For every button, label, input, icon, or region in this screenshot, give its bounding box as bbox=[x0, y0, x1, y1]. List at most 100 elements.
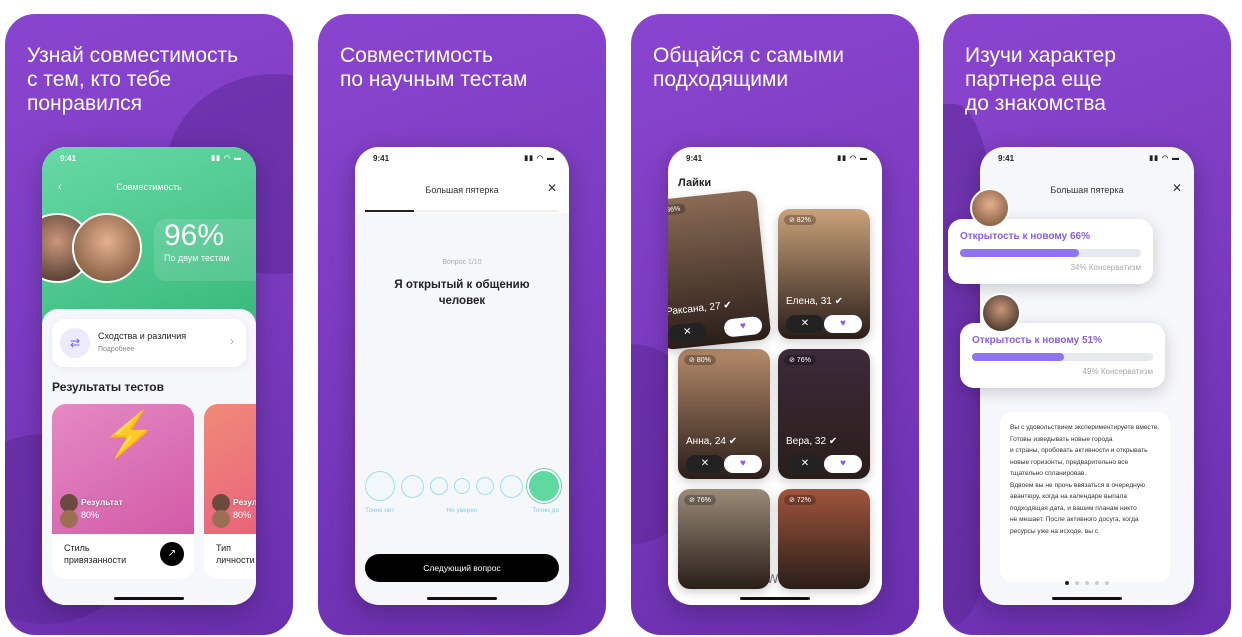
screenshot-panel-compatibility: Узнай совместимость с тем, кто тебе понр… bbox=[5, 14, 293, 635]
status-time: 9:41 bbox=[686, 154, 703, 163]
like-button[interactable]: ♥ bbox=[824, 455, 862, 473]
headline: Изучи характер партнера еще до знакомств… bbox=[965, 44, 1116, 115]
signal-icon: ▮▮ ◠ ▬ bbox=[524, 155, 555, 162]
avatar-woman bbox=[72, 213, 142, 283]
screen-title: Большая пятерка bbox=[1050, 185, 1124, 195]
like-card[interactable]: ⊘ 82% Елена, 31 ✔ ✕ ♥ bbox=[778, 209, 870, 339]
trait-bar bbox=[972, 353, 1153, 361]
answer-option[interactable] bbox=[529, 471, 559, 501]
trait-opposite: 49% Консерватизм bbox=[1082, 367, 1153, 376]
page-dot[interactable] bbox=[1065, 581, 1069, 585]
screen-title: Большая пятерка bbox=[425, 185, 499, 195]
trait-label: Открытость к новому 66% bbox=[960, 231, 1090, 242]
test-card[interactable]: ⚡ Результат 80% Стиль привязанности ↗ bbox=[52, 404, 194, 579]
screenshot-panel-traits: Изучи характер партнера еще до знакомств… bbox=[943, 14, 1231, 635]
close-icon[interactable]: ✕ bbox=[547, 181, 557, 195]
headline: Совместимость по научным тестам bbox=[340, 44, 528, 91]
headline: Узнай совместимость с тем, кто тебе понр… bbox=[27, 44, 239, 115]
like-button[interactable]: ♥ bbox=[723, 315, 763, 338]
avatar-man bbox=[981, 293, 1021, 333]
result-value: 80% bbox=[233, 510, 252, 520]
phone-compatibility: 9:41 ▮▮ ◠ ▬ ‹ Совместимость 96% По двум т… bbox=[42, 147, 256, 605]
question-counter: Вопрос 1/10 bbox=[442, 259, 482, 266]
answer-option[interactable] bbox=[476, 477, 494, 495]
home-indicator bbox=[427, 597, 497, 600]
answer-option[interactable] bbox=[500, 474, 523, 498]
test-card[interactable]: Резуль 80% Тип личности bbox=[204, 404, 256, 579]
like-card[interactable]: ⊘ 76% Вера, 32 ✔ ✕ ♥ bbox=[778, 349, 870, 479]
match-badge: ⊘ 72% bbox=[784, 495, 816, 505]
dislike-button[interactable]: ✕ bbox=[786, 315, 824, 333]
dislike-button[interactable]: ✕ bbox=[786, 455, 824, 473]
signal-icon: ▮▮ ◠ ▬ bbox=[1149, 155, 1180, 162]
like-card[interactable]: ⊘ 86% Раксана, 27 ✔ ✕ ♥ bbox=[668, 189, 772, 351]
answer-option[interactable] bbox=[430, 477, 448, 495]
page-dots bbox=[980, 581, 1194, 585]
like-card[interactable]: ⊘ 80% Анна, 24 ✔ ✕ ♥ bbox=[678, 349, 770, 479]
like-card[interactable]: ⊘ 72% bbox=[778, 489, 870, 589]
signal-icon: ▮▮ ◠ ▬ bbox=[211, 155, 242, 162]
avatar bbox=[212, 510, 230, 528]
dislike-button[interactable]: ✕ bbox=[686, 455, 724, 473]
arrow-up-right-icon[interactable]: ↗ bbox=[160, 542, 184, 566]
page-dot[interactable] bbox=[1105, 581, 1109, 585]
status-time: 9:41 bbox=[998, 154, 1015, 163]
phone-quiz: 9:41 ▮▮ ◠ ▬ Большая пятерка ✕ Вопрос 1/10… bbox=[355, 147, 569, 605]
close-icon[interactable]: ✕ bbox=[1172, 181, 1182, 195]
dislike-button[interactable]: ✕ bbox=[668, 321, 708, 344]
compat-score-card[interactable]: 96% По двум тестам bbox=[154, 219, 256, 281]
status-time: 9:41 bbox=[60, 154, 77, 163]
trait-label: Открытость к новому 51% bbox=[972, 335, 1102, 346]
next-question-button[interactable]: Следующий вопрос bbox=[365, 554, 559, 582]
screen-title: Лайки bbox=[678, 177, 712, 189]
match-badge: ⊘ 82% bbox=[784, 215, 816, 225]
home-indicator bbox=[114, 597, 184, 600]
match-badge: ⊘ 80% bbox=[684, 355, 716, 365]
status-time: 9:41 bbox=[373, 154, 390, 163]
like-button[interactable]: ♥ bbox=[724, 455, 762, 473]
trait-opposite: 34% Консерватизм bbox=[1070, 263, 1141, 272]
compat-subtitle: По двум тестам bbox=[164, 253, 230, 263]
screenshot-stage: Узнай совместимость с тем, кто тебе понр… bbox=[0, 0, 1242, 637]
trait-card: Открытость к новому 66% 34% Консерватизм bbox=[948, 219, 1153, 284]
compat-percent: 96% bbox=[164, 219, 225, 252]
like-card[interactable]: ⊘ 76% bbox=[678, 489, 770, 589]
similar-subtitle: Подробнее bbox=[98, 346, 135, 353]
match-badge: ⊘ 76% bbox=[684, 495, 716, 505]
description-text: Вы с удовольствием экспериментируете вме… bbox=[1000, 412, 1170, 582]
avatar-woman bbox=[970, 188, 1010, 228]
screenshot-panel-quiz: Совместимость по научным тестам 9:41 ▮▮ ◠… bbox=[318, 14, 606, 635]
page-dot[interactable] bbox=[1075, 581, 1079, 585]
screen-title: Совместимость bbox=[116, 182, 182, 192]
trait-bar bbox=[960, 249, 1141, 257]
signal-icon: ▮▮ ◠ ▬ bbox=[837, 155, 868, 162]
profile-name: Анна, 24 ✔ bbox=[686, 436, 738, 447]
home-indicator bbox=[1052, 597, 1122, 600]
profile-name: Раксана, 27 ✔ bbox=[668, 299, 733, 318]
answer-option[interactable] bbox=[365, 471, 395, 501]
headline: Общайся с самыми подходящими bbox=[653, 44, 844, 91]
question-text: Я открытый к общению человек bbox=[394, 279, 530, 307]
page-dot[interactable] bbox=[1095, 581, 1099, 585]
match-badge: ⊘ 86% bbox=[668, 203, 686, 217]
quiz-progress bbox=[365, 210, 559, 212]
arrows-icon: ⇄ bbox=[60, 328, 90, 358]
answer-scale bbox=[365, 469, 559, 503]
match-badge: ⊘ 76% bbox=[784, 355, 816, 365]
scale-right-label: Точно да bbox=[532, 507, 559, 514]
like-button[interactable]: ♥ bbox=[824, 315, 862, 333]
page-dot[interactable] bbox=[1085, 581, 1089, 585]
screenshot-panel-likes: Общайся с самыми подходящими 9:41 ▮▮ ◠ ▬ … bbox=[631, 14, 919, 635]
home-indicator bbox=[740, 597, 810, 600]
answer-option[interactable] bbox=[401, 474, 424, 498]
result-label: Резуль bbox=[233, 497, 256, 507]
lightning-illustration: ⚡ bbox=[102, 410, 157, 459]
chevron-right-icon: › bbox=[230, 334, 234, 348]
profile-name: Вера, 32 ✔ bbox=[786, 436, 838, 447]
trait-card: Открытость к новому 51% 49% Консерватизм bbox=[960, 323, 1165, 388]
answer-option[interactable] bbox=[454, 478, 470, 494]
similar-title: Сходства и различия bbox=[98, 331, 187, 341]
test-name: Стиль привязанности bbox=[64, 543, 127, 565]
profile-name: Елена, 31 ✔ bbox=[786, 296, 843, 307]
similarities-row[interactable]: ⇄ Сходства и различия Подробнее › bbox=[52, 319, 246, 367]
